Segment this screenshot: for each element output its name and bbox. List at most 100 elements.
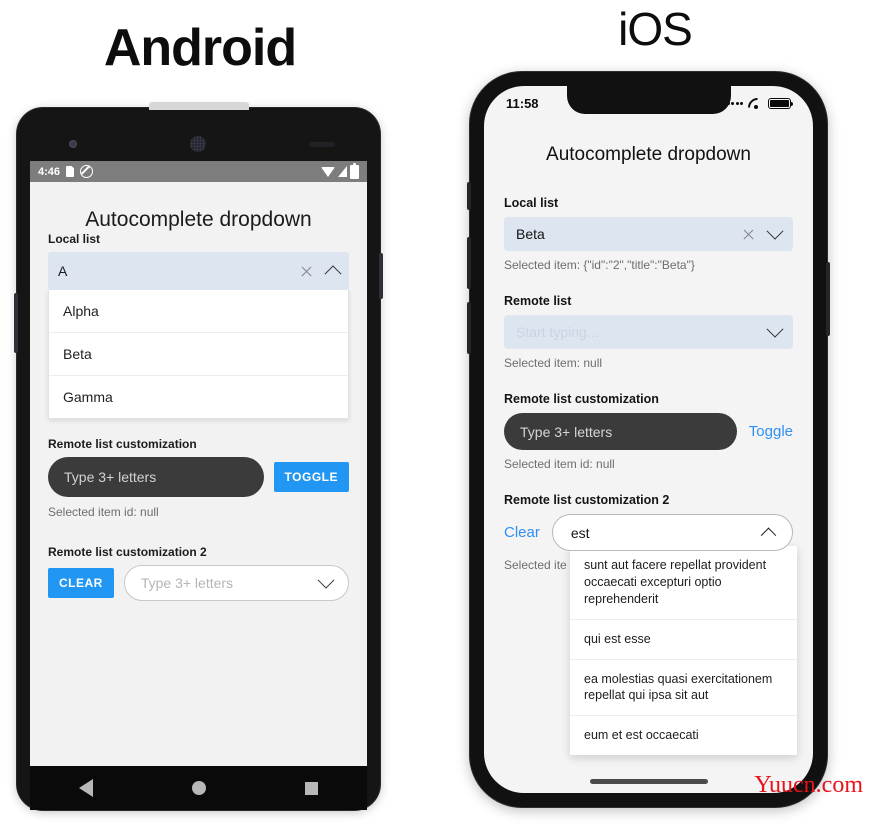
ios-remote-list-label: Remote list [504,294,572,308]
ios-remote-customization2-group: Remote list customization 2 Clear est Se… [504,493,797,756]
ios-remote-list-group: Remote list Start typing... Selected ite… [504,294,793,370]
ios-dropdown-list[interactable]: sunt aut facere repellat provident occae… [570,546,797,756]
site-watermark: Yuucn.com [754,772,863,798]
chevron-down-icon[interactable] [766,320,784,338]
android-status-bar: 4:46 [30,161,367,182]
chevron-up-icon[interactable] [760,527,777,544]
ios-remote-list-helper: Selected item: null [504,356,603,370]
list-item[interactable]: qui est esse [570,620,797,660]
ios-local-list-input[interactable]: Beta [504,217,793,251]
android-status-right [321,162,359,179]
comparison-canvas: Android iOS 4:46 Autocomplete dropdown L… [0,0,869,839]
list-item[interactable]: Gamma [49,376,348,418]
ios-power-button[interactable] [826,262,830,336]
ios-page-title: Autocomplete dropdown [546,144,751,165]
android-clock: 4:46 [38,165,61,178]
recents-icon[interactable] [304,781,318,795]
ios-remote-customization-placeholder: Type 3+ letters [520,423,613,440]
list-item[interactable]: Alpha [49,290,348,333]
chevron-down-icon[interactable] [766,222,784,240]
ios-remote-customization-label: Remote list customization [504,392,659,406]
ios-remote-customization-input[interactable]: Type 3+ letters [504,413,737,450]
wifi-icon [748,98,763,109]
android-navigation-bar [30,766,367,810]
clear-button[interactable]: Clear [504,524,540,541]
android-remote-customization-helper: Selected item id: null [48,505,159,519]
back-icon[interactable] [79,779,94,797]
ios-remote-customization-group: Remote list customization Type 3+ letter… [504,392,793,471]
list-item[interactable]: eum et est occaecati [570,716,797,755]
android-remote-customization-row: Type 3+ letters TOGGLE [48,457,349,497]
ios-remote-customization2-value: est [570,524,590,541]
toggle-button[interactable]: Toggle [749,423,793,440]
signal-icon [338,166,347,177]
chevron-down-icon[interactable] [317,571,335,589]
clear-button[interactable]: CLEAR [48,568,114,598]
chevron-up-icon[interactable] [324,265,342,283]
list-item[interactable]: sunt aut facere repellat provident occae… [570,546,797,620]
android-status-left: 4:46 [38,165,94,178]
ios-volume-up-button[interactable] [467,237,471,289]
android-remote-customization2-placeholder: Type 3+ letters [140,575,234,591]
android-local-list-label: Local list [48,232,101,246]
list-item[interactable]: Beta [49,333,348,376]
ios-local-list-value: Beta [516,226,545,242]
ios-heading: iOS [618,3,693,55]
ios-notch [566,86,731,114]
android-heading: Android [103,19,297,77]
list-item[interactable]: ea molestias quasi exercitationem repell… [570,660,797,717]
ios-remote-customization-row: Type 3+ letters Toggle [504,413,793,450]
ios-volume-down-button[interactable] [467,302,471,354]
ios-remote-customization-helper: Selected item id: null [504,457,615,471]
close-icon[interactable] [300,265,313,278]
ios-status-right [726,97,794,109]
toggle-button[interactable]: TOGGLE [273,462,349,492]
android-remote-customization-label: Remote list customization [48,437,197,451]
android-remote-customization2-row: CLEAR Type 3+ letters [48,565,349,601]
android-device-frame: 4:46 Autocomplete dropdown Local list A [14,102,383,810]
ios-home-indicator[interactable] [589,779,708,784]
earpiece-speaker-icon [190,136,206,152]
proximity-sensor-icon [309,142,335,147]
android-remote-customization-placeholder: Type 3+ letters [64,469,157,485]
android-volume-button[interactable] [14,293,18,353]
battery-icon [768,97,794,109]
android-page-title: Autocomplete dropdown [85,208,312,231]
front-camera-icon [69,140,77,148]
ios-device-frame: 11:58 Autocomplete dropdown Local list B… [467,72,830,807]
ios-remote-customization2-input[interactable]: est [551,514,793,551]
android-dropdown-list[interactable]: Alpha Beta Gamma [48,290,349,419]
android-remote-customization-group: Remote list customization Type 3+ letter… [30,437,367,519]
ios-remote-customization2-row: Clear est [504,514,793,551]
android-local-list-value: A [58,263,68,279]
android-remote-customization2-input[interactable]: Type 3+ letters [123,565,349,601]
android-frame-top-accent [149,102,249,110]
no-entry-icon [80,165,94,178]
ios-local-list-label: Local list [504,196,559,210]
android-remote-customization-input[interactable]: Type 3+ letters [48,457,264,497]
ios-app-content: Autocomplete dropdown Local list Beta Se… [484,144,813,756]
android-local-list-input[interactable]: A [48,252,349,290]
android-screen: 4:46 Autocomplete dropdown Local list A [30,161,367,766]
android-power-button[interactable] [379,253,383,299]
ios-clock: 11:58 [506,95,539,111]
close-icon[interactable] [742,228,755,241]
ios-local-list-helper: Selected item: {"id":"2","title":"Beta"} [504,258,695,272]
android-local-list-group: Local list A [30,232,367,290]
ios-local-list-group: Local list Beta Selected item: {"id":"2"… [504,196,793,272]
android-app-content: Autocomplete dropdown Local list A Alpha… [30,182,367,766]
android-local-list-icons [300,265,342,283]
ios-local-list-icons [742,222,784,241]
ios-remote-list-placeholder: Start typing... [516,324,599,340]
sd-card-icon [66,166,75,177]
ios-remote-list-input[interactable]: Start typing... [504,315,793,349]
ios-screen: 11:58 Autocomplete dropdown Local list B… [484,86,813,793]
battery-icon [350,162,359,179]
ios-remote-list-icons [766,320,784,338]
android-remote-customization2-label: Remote list customization 2 [48,545,207,559]
home-icon[interactable] [191,781,206,795]
wifi-icon [321,166,335,177]
ios-mute-switch[interactable] [467,182,471,210]
ios-remote-customization2-label: Remote list customization 2 [504,493,670,507]
android-remote-customization2-group: Remote list customization 2 CLEAR Type 3… [30,545,367,601]
